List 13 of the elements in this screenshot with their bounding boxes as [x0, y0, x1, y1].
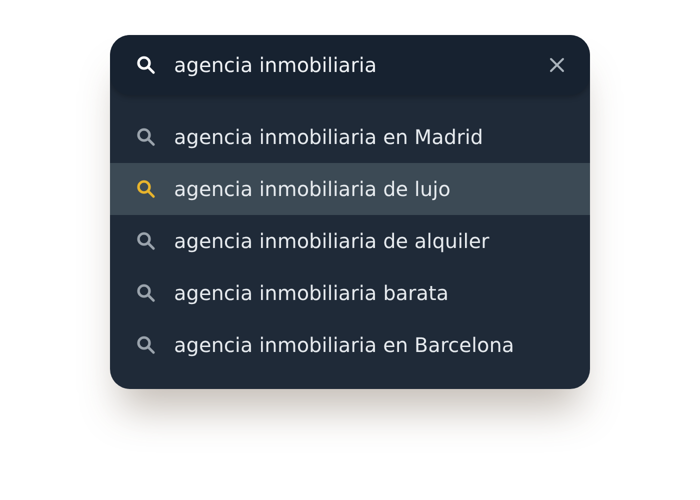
suggestion-item[interactable]: agencia inmobiliaria de alquiler [110, 215, 590, 267]
search-icon [136, 283, 156, 303]
search-icon [136, 179, 156, 199]
search-icon [136, 55, 156, 75]
search-icon [136, 231, 156, 251]
search-field[interactable]: agencia inmobiliaria [110, 35, 590, 95]
search-icon [136, 335, 156, 355]
search-input[interactable]: agencia inmobiliaria [174, 45, 528, 85]
suggestion-item[interactable]: agencia inmobiliaria en Barcelona [110, 319, 590, 371]
suggestion-item[interactable]: agencia inmobiliaria de lujo [110, 163, 590, 215]
suggestion-item[interactable]: agencia inmobiliaria en Madrid [110, 111, 590, 163]
suggestion-item[interactable]: agencia inmobiliaria barata [110, 267, 590, 319]
search-icon [136, 127, 156, 147]
